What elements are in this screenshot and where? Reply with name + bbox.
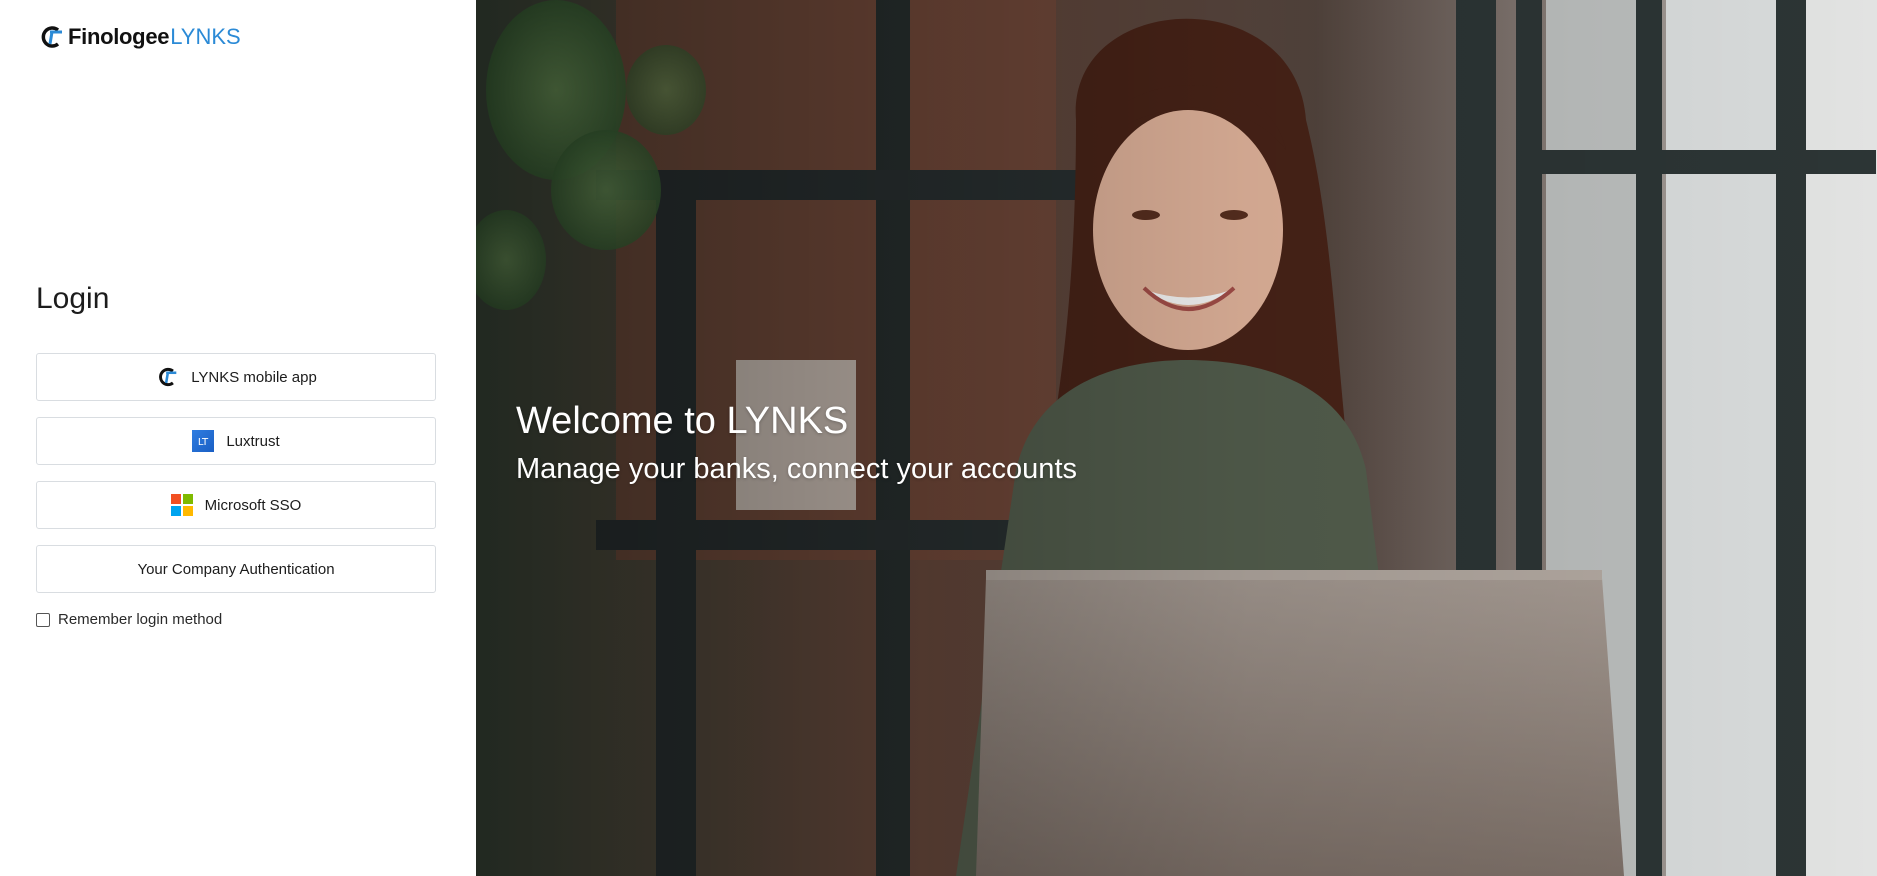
hero-panel: Welcome to LYNKS Manage your banks, conn… — [476, 0, 1877, 876]
hero-subtitle: Manage your banks, connect your accounts — [516, 453, 1077, 485]
button-label: Your Company Authentication — [137, 560, 335, 578]
luxtrust-icon-text: LT — [198, 437, 209, 448]
button-label: LYNKS mobile app — [191, 368, 317, 386]
remember-label: Remember login method — [58, 611, 223, 628]
company-authentication-button[interactable]: Your Company Authentication — [36, 545, 436, 593]
brand-name: Finologee — [68, 24, 170, 49]
finologee-logo-icon — [41, 26, 62, 48]
microsoft-sso-button[interactable]: Microsoft SSO — [36, 481, 436, 529]
finologee-logo-icon — [155, 366, 179, 388]
remember-login-method[interactable]: Remember login method — [36, 611, 222, 628]
luxtrust-button[interactable]: LT Luxtrust — [36, 417, 436, 465]
hero-title: Welcome to LYNKS — [516, 400, 849, 442]
button-label: Microsoft SSO — [204, 496, 302, 514]
luxtrust-icon: LT — [192, 430, 215, 452]
hero-text: Welcome to LYNKS Manage your banks, conn… — [516, 400, 1077, 486]
brand-suffix: LYNKS — [170, 24, 241, 49]
remember-checkbox[interactable] — [36, 612, 50, 627]
lynks-mobile-app-button[interactable]: LYNKS mobile app — [36, 353, 436, 401]
brand-logo: Finologee LYNKS — [38, 24, 241, 50]
button-label: Luxtrust — [226, 432, 280, 450]
microsoft-icon — [170, 494, 193, 516]
page-title: Login — [36, 282, 110, 315]
login-panel: Finologee LYNKS Login LYNKS mobile app L… — [0, 0, 476, 876]
